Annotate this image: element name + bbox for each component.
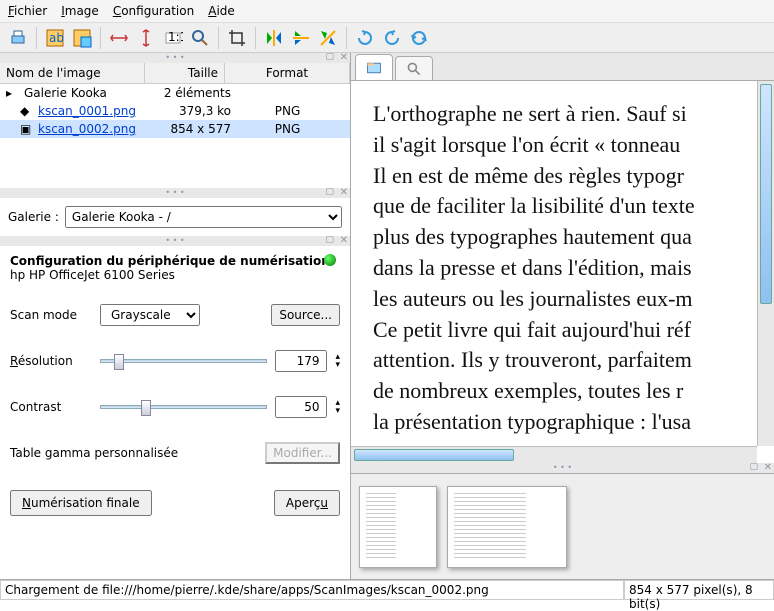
spin-arrows-icon[interactable]: ▴▾	[335, 353, 340, 369]
ocr-selection-icon[interactable]	[70, 26, 94, 50]
mirror-h-icon[interactable]	[289, 26, 313, 50]
close-icon[interactable]: ✕	[764, 462, 772, 473]
mirror-diag-icon[interactable]	[316, 26, 340, 50]
resolution-label: Résolution	[10, 354, 92, 368]
resolution-slider[interactable]	[100, 359, 267, 363]
tree-root[interactable]: ▸Galerie Kooka 2 éléments	[0, 84, 350, 102]
tree-row[interactable]: ▣kscan_0002.png 854 x 577 PNG	[0, 120, 350, 138]
preview-content: L'orthographe ne sert à rien. Sauf si il…	[373, 99, 695, 438]
menu-image[interactable]: Image	[61, 4, 99, 18]
col-format[interactable]: Format	[225, 63, 350, 83]
vertical-scrollbar[interactable]	[757, 81, 774, 446]
gallery-tree: Nom de l'image Taille Format ▸Galerie Ko…	[0, 63, 350, 188]
maximize-icon[interactable]: ▢	[325, 53, 334, 62]
preview-button[interactable]: Aperçu	[274, 490, 340, 516]
tab-gallery[interactable]	[355, 54, 393, 80]
scan-config: Configuration du périphérique de numéris…	[0, 246, 350, 579]
gamma-label: Table gamma personnalisée	[10, 446, 257, 460]
panel-handle[interactable]: • • •▢✕	[0, 188, 350, 198]
maximize-icon[interactable]: ▢	[749, 462, 758, 472]
close-icon[interactable]: ✕	[340, 187, 348, 198]
menu-help[interactable]: Aide	[208, 4, 235, 18]
panel-handle[interactable]: • • •▢✕	[0, 236, 350, 246]
close-icon[interactable]: ✕	[340, 53, 348, 63]
final-scan-button[interactable]: Numérisation finale	[10, 490, 152, 516]
status-message: Chargement de file:///home/pierre/.kde/s…	[0, 580, 624, 600]
tree-row[interactable]: ◆kscan_0001.png 379,3 ko PNG	[0, 102, 350, 120]
spin-arrows-icon[interactable]: ▴▾	[335, 399, 340, 415]
col-size[interactable]: Taille	[145, 63, 225, 83]
tabs	[351, 53, 774, 81]
print-icon[interactable]	[6, 26, 30, 50]
maximize-icon[interactable]: ▢	[325, 187, 334, 197]
menubar: Fichier Image Configuration Aide	[0, 0, 774, 23]
right-pane: L'orthographe ne sert à rien. Sauf si il…	[351, 53, 774, 579]
panel-handle[interactable]: • • •▢✕	[351, 463, 774, 473]
contrast-input[interactable]	[275, 396, 327, 418]
contrast-label: Contrast	[10, 400, 92, 414]
thumbnail[interactable]	[447, 486, 567, 568]
contrast-slider[interactable]	[100, 405, 267, 409]
toolbar: ab 1:1	[0, 23, 774, 53]
close-icon[interactable]: ✕	[340, 235, 348, 246]
col-name[interactable]: Nom de l'image	[0, 63, 145, 83]
config-title: Configuration du périphérique de numéris…	[10, 254, 340, 282]
status-image-info: 854 x 577 pixel(s), 8 bit(s)	[624, 580, 774, 600]
gallery-select[interactable]: Galerie Kooka - /	[65, 206, 342, 228]
gamma-edit-button: Modifier...	[265, 442, 340, 464]
horizontal-scrollbar[interactable]	[351, 446, 757, 463]
ocr-image-icon[interactable]: ab	[43, 26, 67, 50]
menu-file[interactable]: Fichier	[8, 4, 47, 18]
left-pane: • • •▢✕ Nom de l'image Taille Format ▸Ga…	[0, 53, 351, 579]
scan-mode-select[interactable]: Grayscale	[100, 304, 200, 326]
statusbar: Chargement de file:///home/pierre/.kde/s…	[0, 579, 774, 600]
preview-area[interactable]: L'orthographe ne sert à rien. Sauf si il…	[351, 81, 774, 463]
image-icon: ◆	[20, 104, 36, 118]
gallery-label: Galerie :	[8, 210, 59, 224]
folder-icon: ▸	[6, 86, 22, 100]
scan-mode-label: Scan mode	[10, 308, 92, 322]
rotate-cw-icon[interactable]	[353, 26, 377, 50]
source-button[interactable]: Source...	[271, 304, 340, 326]
thumbnail-strip	[351, 473, 774, 579]
crop-icon[interactable]	[225, 26, 249, 50]
tab-zoom[interactable]	[395, 56, 433, 80]
menu-config[interactable]: Configuration	[113, 4, 194, 18]
resolution-input[interactable]	[275, 350, 327, 372]
mirror-v-icon[interactable]	[262, 26, 286, 50]
zoom-icon[interactable]	[188, 26, 212, 50]
thumbnail[interactable]	[359, 486, 437, 568]
image-icon: ▣	[20, 122, 36, 136]
fit-width-icon[interactable]	[107, 26, 131, 50]
svg-text:1:1: 1:1	[168, 30, 183, 44]
maximize-icon[interactable]: ▢	[325, 235, 334, 245]
status-led-icon	[324, 254, 336, 266]
svg-text:ab: ab	[49, 31, 64, 45]
rotate-ccw-icon[interactable]	[380, 26, 404, 50]
zoom-100-icon[interactable]: 1:1	[161, 26, 185, 50]
panel-handle[interactable]: • • •▢✕	[0, 53, 350, 63]
rotate-180-icon[interactable]	[407, 26, 431, 50]
fit-height-icon[interactable]	[134, 26, 158, 50]
